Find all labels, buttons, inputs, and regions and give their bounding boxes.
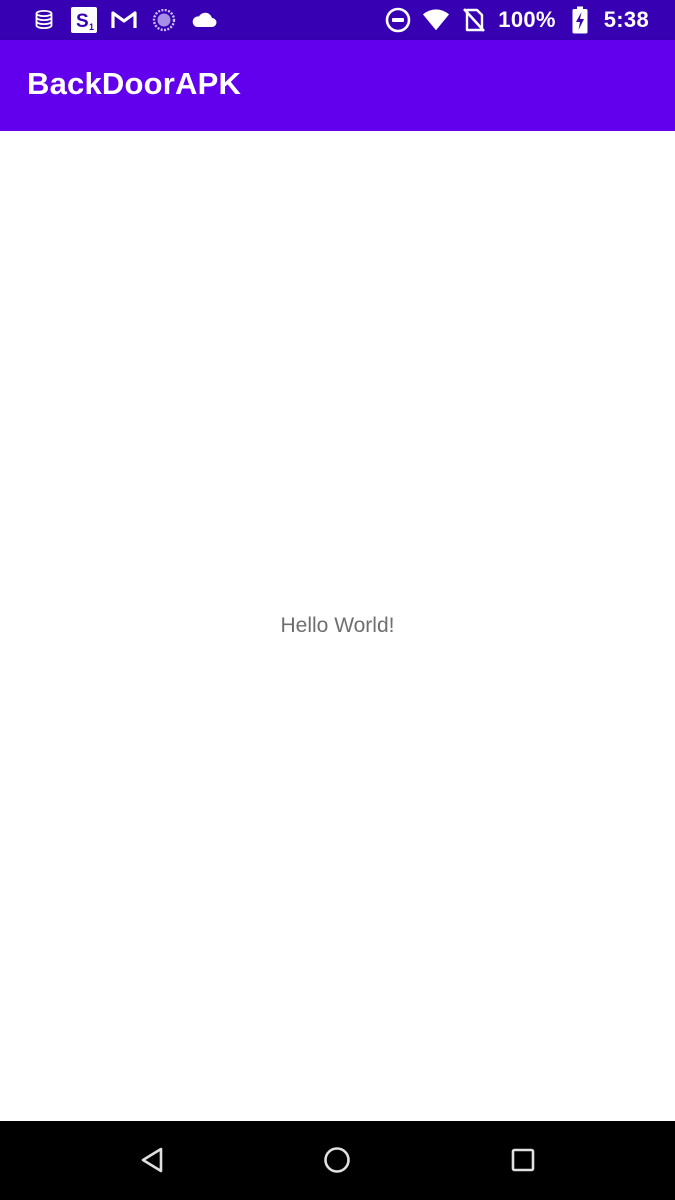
cloud-icon [190,6,218,34]
clock: 5:38 [603,7,649,32]
back-icon [139,1146,165,1179]
navigation-bar [0,1121,675,1200]
recents-icon [510,1147,536,1178]
system-status: 100% 5:38 [384,6,649,34]
svg-text:1: 1 [89,22,94,32]
gmail-icon [110,6,138,34]
do-not-disturb-icon [384,6,412,34]
s1-app-icon: S 1 [70,6,98,34]
home-icon [323,1146,351,1179]
notification-icons: S 1 [30,6,218,34]
svg-text:S: S [76,11,89,32]
app-title: BackDoorAPK [27,66,242,101]
database-icon [30,6,58,34]
app-bar: BackDoorAPK [0,40,675,131]
battery-charging-icon [566,6,594,34]
home-button[interactable] [315,1140,359,1184]
recents-button[interactable] [501,1140,545,1184]
hello-world-text: Hello World! [280,614,395,637]
back-button[interactable] [130,1140,174,1184]
status-bar: S 1 100% 5:38 [0,0,675,40]
loading-circle-icon [150,6,178,34]
wifi-icon [422,6,450,34]
battery-percentage: 100% [498,7,556,32]
no-sim-icon [460,6,488,34]
main-content: Hello World! [0,131,675,1121]
